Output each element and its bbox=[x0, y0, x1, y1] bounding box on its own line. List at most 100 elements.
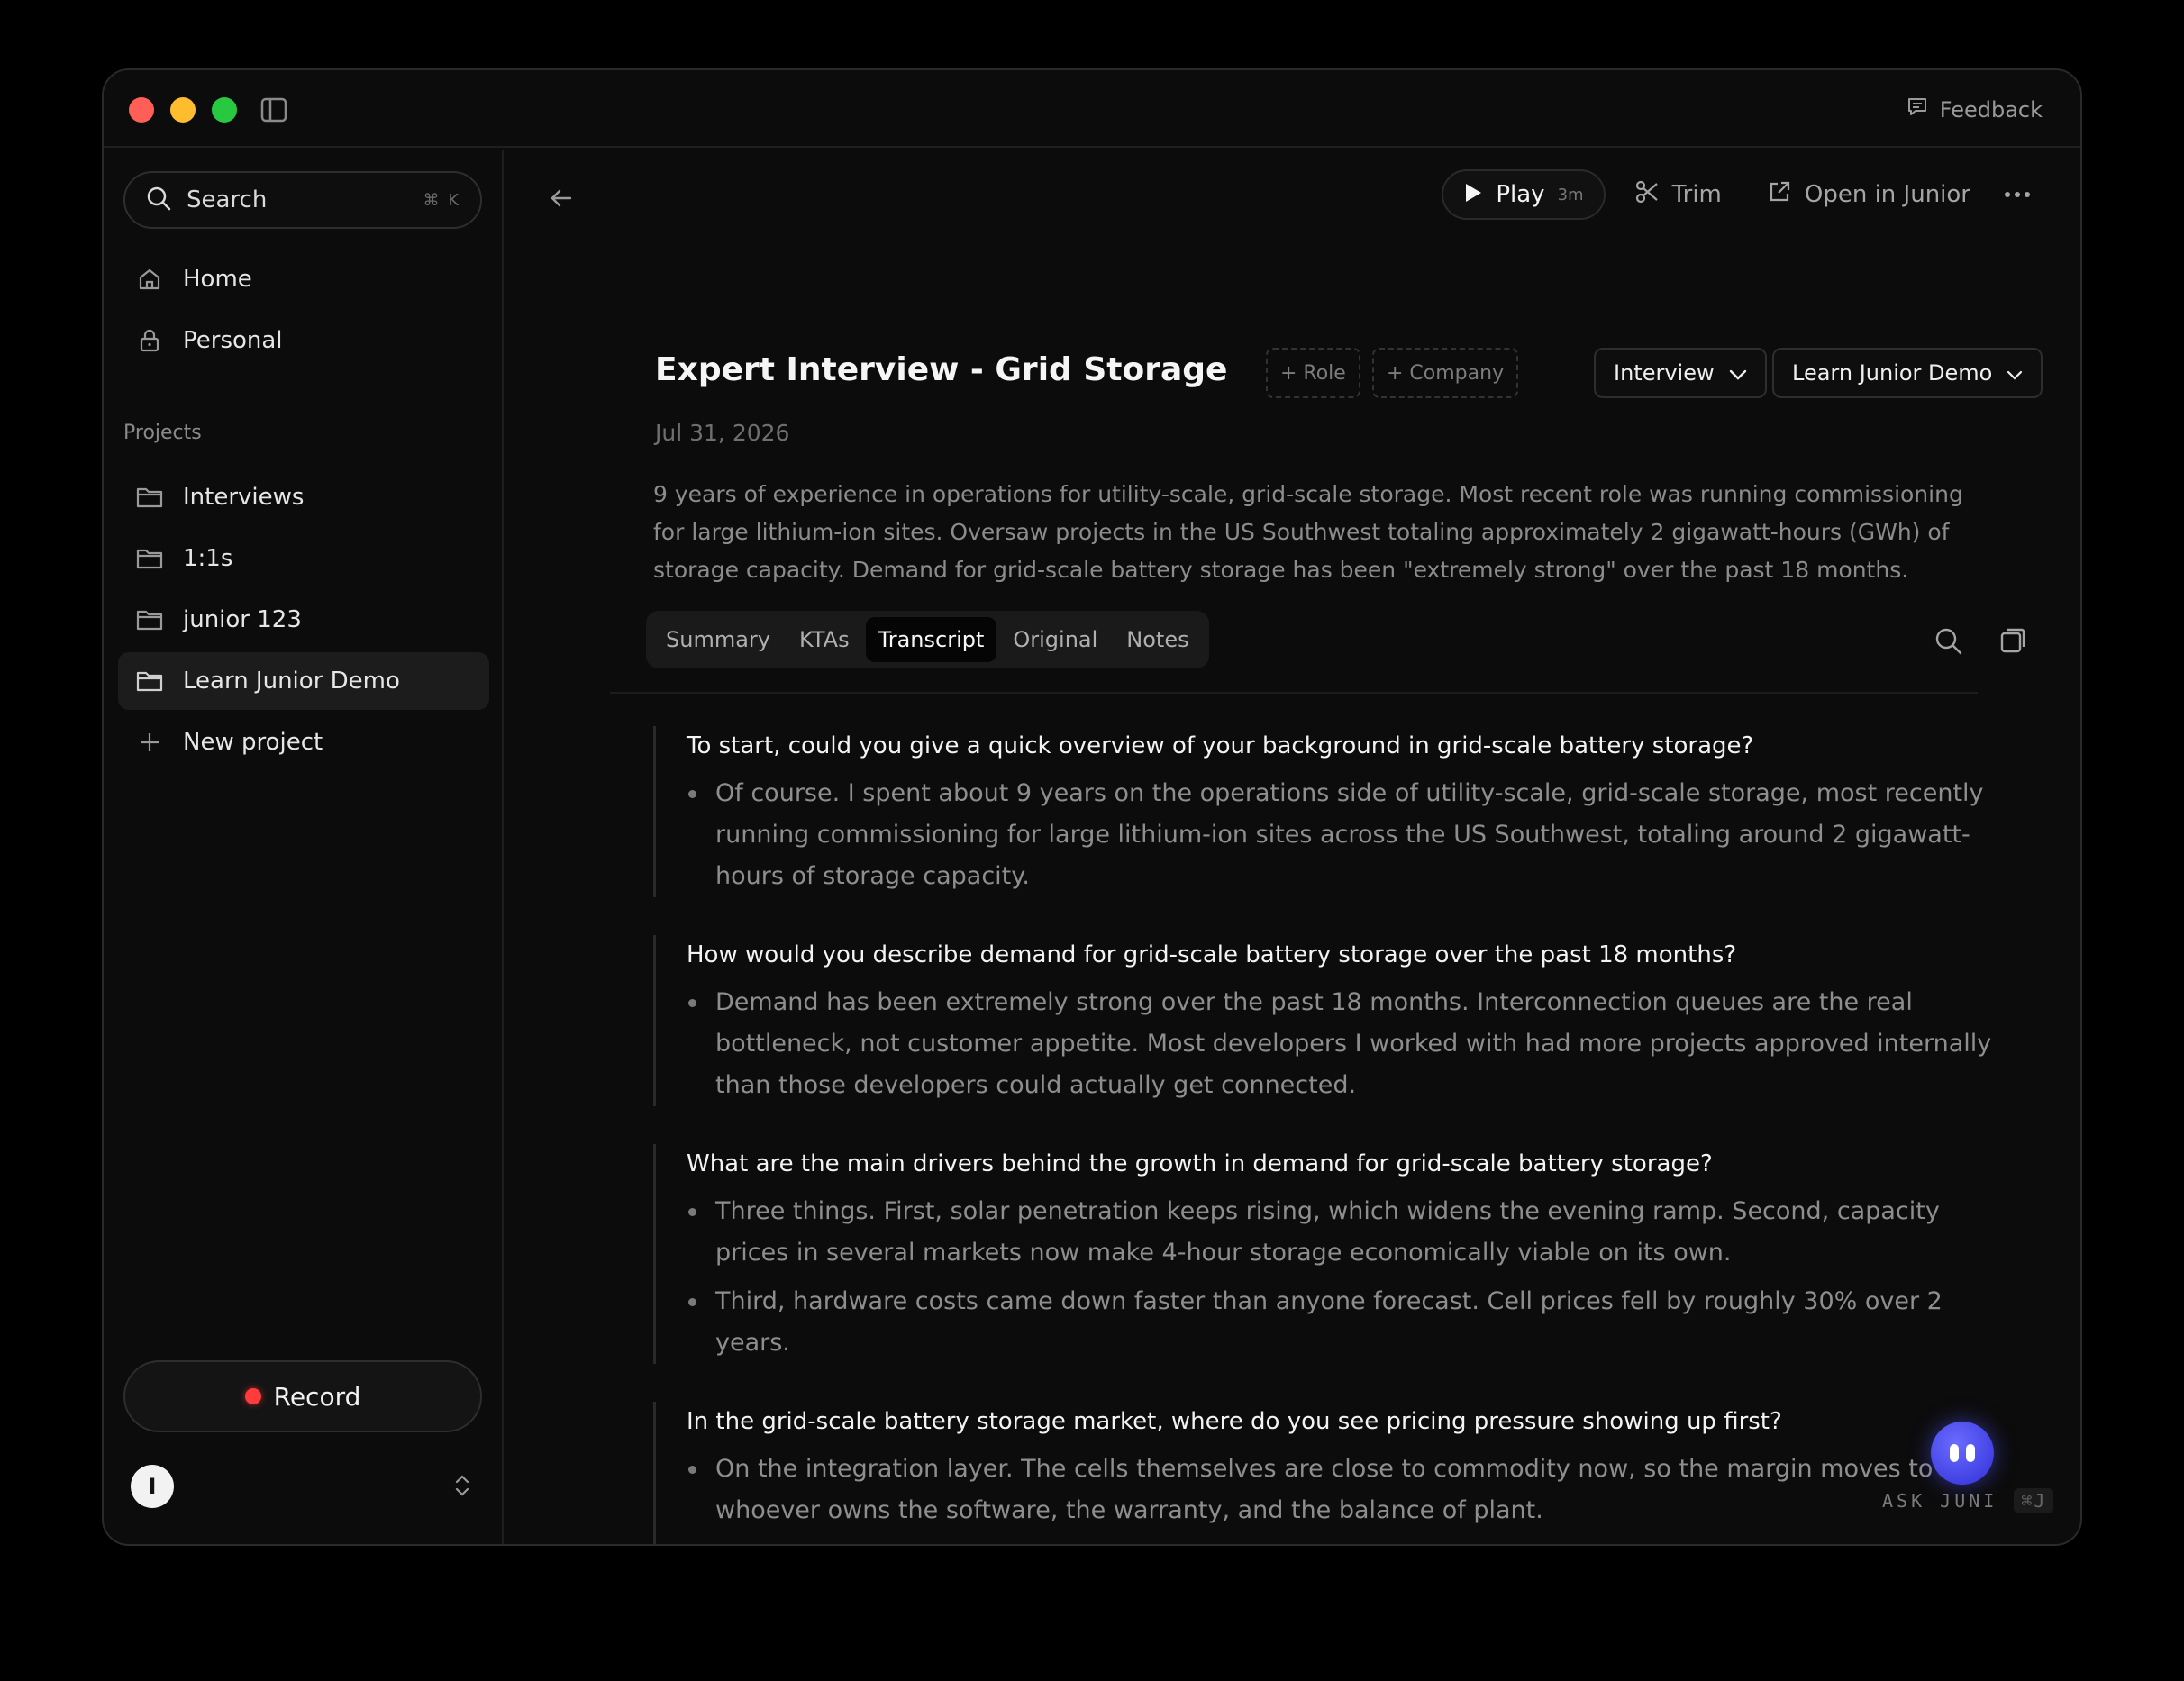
transcript-entry: How would you describe demand for grid-s… bbox=[653, 935, 1996, 1106]
search-shortcut: ⌘ K bbox=[423, 190, 460, 210]
sidebar-item-label: Home bbox=[183, 266, 252, 293]
sidebar-item-junior-123[interactable]: junior 123 bbox=[118, 591, 489, 649]
sidebar-item-label: Interviews bbox=[183, 484, 305, 511]
answer-text: Of course. I spent about 9 years on the … bbox=[687, 773, 1996, 897]
projects-section-label: Projects bbox=[123, 422, 202, 444]
home-icon bbox=[136, 266, 163, 293]
answer-text: Three things. First, solar penetration k… bbox=[687, 1191, 1996, 1274]
transcript-entry: What are the main drivers behind the gro… bbox=[653, 1144, 1996, 1364]
add-company-button[interactable]: + Company bbox=[1372, 348, 1519, 398]
search-label: Search bbox=[187, 186, 268, 214]
avatar-initial: I bbox=[148, 1474, 157, 1499]
answer-text: Integrators that just assemble racks are… bbox=[687, 1539, 1996, 1544]
toolbar: Play 3m Trim Open in Junior bbox=[1442, 169, 2035, 220]
ask-juni-text: ASK JUNI bbox=[1882, 1490, 1998, 1512]
tab-divider bbox=[610, 692, 1978, 694]
page-title: Expert Interview - Grid Storage bbox=[655, 351, 1228, 388]
transcript-entry: In the grid-scale battery storage market… bbox=[653, 1402, 1996, 1544]
transcript: To start, could you give a quick overvie… bbox=[653, 726, 1996, 1544]
sidebar-item-label: 1:1s bbox=[183, 545, 233, 572]
answer-list: On the integration layer. The cells them… bbox=[687, 1449, 1996, 1544]
open-in-junior-label: Open in Junior bbox=[1804, 181, 1970, 208]
type-dropdown-value: Interview bbox=[1614, 360, 1715, 386]
tab-original[interactable]: Original bbox=[1000, 617, 1110, 662]
tab-notes[interactable]: Notes bbox=[1114, 617, 1201, 662]
tab-transcript[interactable]: Transcript bbox=[865, 617, 997, 662]
project-dropdown[interactable]: Learn Junior Demo bbox=[1772, 348, 2043, 398]
answer-text: On the integration layer. The cells them… bbox=[687, 1449, 1996, 1531]
back-arrow-icon[interactable] bbox=[547, 184, 576, 213]
chevron-down-icon bbox=[2007, 360, 2023, 386]
more-options-icon[interactable] bbox=[1999, 169, 2035, 220]
question-text: To start, could you give a quick overvie… bbox=[687, 732, 1754, 759]
sidebar-item-label: junior 123 bbox=[183, 606, 302, 633]
avatar[interactable]: I bbox=[131, 1465, 174, 1508]
question-text: What are the main drivers behind the gro… bbox=[687, 1150, 1713, 1177]
answer-text: Demand has been extremely strong over th… bbox=[687, 982, 1996, 1106]
sidebar-item-one-on-ones[interactable]: 1:1s bbox=[118, 530, 489, 587]
search-input[interactable]: Search ⌘ K bbox=[123, 171, 482, 229]
close-window-button[interactable] bbox=[129, 97, 154, 123]
app-window: Feedback Search ⌘ K Home Personal Projec… bbox=[102, 68, 2082, 1546]
trim-label: Trim bbox=[1671, 181, 1722, 208]
folder-icon bbox=[136, 606, 163, 633]
assistant-eye-icon bbox=[1966, 1444, 1975, 1462]
copy-icon[interactable] bbox=[1997, 625, 2028, 656]
feedback-button[interactable]: Feedback bbox=[1906, 92, 2043, 128]
search-transcript-icon[interactable] bbox=[1933, 625, 1963, 656]
trim-button[interactable]: Trim bbox=[1618, 169, 1738, 220]
tab-ktas[interactable]: KTAs bbox=[787, 617, 862, 662]
play-duration: 3m bbox=[1557, 185, 1584, 204]
chevron-down-icon bbox=[1729, 360, 1747, 386]
sidebar-toggle-icon[interactable] bbox=[260, 97, 287, 123]
maximize-window-button[interactable] bbox=[212, 97, 237, 123]
play-button[interactable]: Play 3m bbox=[1442, 169, 1606, 220]
account-switcher-chevron-icon[interactable] bbox=[451, 1472, 473, 1499]
project-dropdown-value: Learn Junior Demo bbox=[1792, 360, 1993, 386]
answer-text: Third, hardware costs came down faster t… bbox=[687, 1281, 1996, 1364]
open-in-junior-button[interactable]: Open in Junior bbox=[1751, 169, 1987, 220]
main-content: Play 3m Trim Open in Junior Expert Inter… bbox=[505, 150, 2080, 1544]
transcript-entry: To start, could you give a quick overvie… bbox=[653, 726, 1996, 897]
add-role-button[interactable]: + Role bbox=[1266, 348, 1360, 398]
ask-juni-label: ASK JUNI ⌘J bbox=[1882, 1488, 2054, 1513]
plus-icon bbox=[136, 729, 163, 756]
answer-list: Demand has been extremely strong over th… bbox=[687, 982, 1996, 1106]
question-text: In the grid-scale battery storage market… bbox=[687, 1408, 1782, 1435]
answer-list: Of course. I spent about 9 years on the … bbox=[687, 773, 1996, 897]
record-button[interactable]: Record bbox=[123, 1360, 482, 1432]
tab-bar: Summary KTAs Transcript Original Notes bbox=[646, 611, 1209, 668]
question-text: How would you describe demand for grid-s… bbox=[687, 941, 1737, 968]
document-date: Jul 31, 2026 bbox=[655, 420, 790, 446]
lock-icon bbox=[136, 327, 163, 354]
play-label: Play bbox=[1496, 181, 1545, 208]
message-icon bbox=[1906, 95, 1929, 124]
record-label: Record bbox=[273, 1381, 361, 1412]
sidebar-item-home[interactable]: Home bbox=[118, 250, 489, 308]
minimize-window-button[interactable] bbox=[170, 97, 196, 123]
new-project-label: New project bbox=[183, 729, 323, 756]
titlebar: Feedback bbox=[104, 70, 2080, 148]
sidebar-item-personal[interactable]: Personal bbox=[118, 312, 489, 369]
sidebar-item-learn-junior-demo[interactable]: Learn Junior Demo bbox=[118, 652, 489, 710]
sidebar: Search ⌘ K Home Personal Projects Interv… bbox=[104, 150, 504, 1544]
new-project-button[interactable]: New project bbox=[118, 713, 489, 771]
play-icon bbox=[1463, 182, 1483, 207]
sidebar-item-label: Learn Junior Demo bbox=[183, 668, 400, 695]
answer-list: Three things. First, solar penetration k… bbox=[687, 1191, 1996, 1364]
sidebar-item-label: Personal bbox=[183, 327, 283, 354]
ask-juni-button[interactable] bbox=[1931, 1422, 1994, 1485]
ask-juni-shortcut: ⌘J bbox=[2014, 1488, 2054, 1513]
folder-icon bbox=[136, 668, 163, 695]
sidebar-item-interviews[interactable]: Interviews bbox=[118, 468, 489, 526]
assistant-eye-icon bbox=[1950, 1444, 1959, 1462]
document-description: 9 years of experience in operations for … bbox=[653, 481, 1963, 583]
type-dropdown[interactable]: Interview bbox=[1594, 348, 1767, 398]
search-icon bbox=[145, 185, 172, 215]
record-dot-icon bbox=[244, 1388, 261, 1404]
folder-icon bbox=[136, 484, 163, 511]
folder-icon bbox=[136, 545, 163, 572]
tab-summary[interactable]: Summary bbox=[653, 617, 783, 662]
external-link-icon bbox=[1767, 179, 1792, 211]
feedback-label: Feedback bbox=[1939, 97, 2043, 123]
